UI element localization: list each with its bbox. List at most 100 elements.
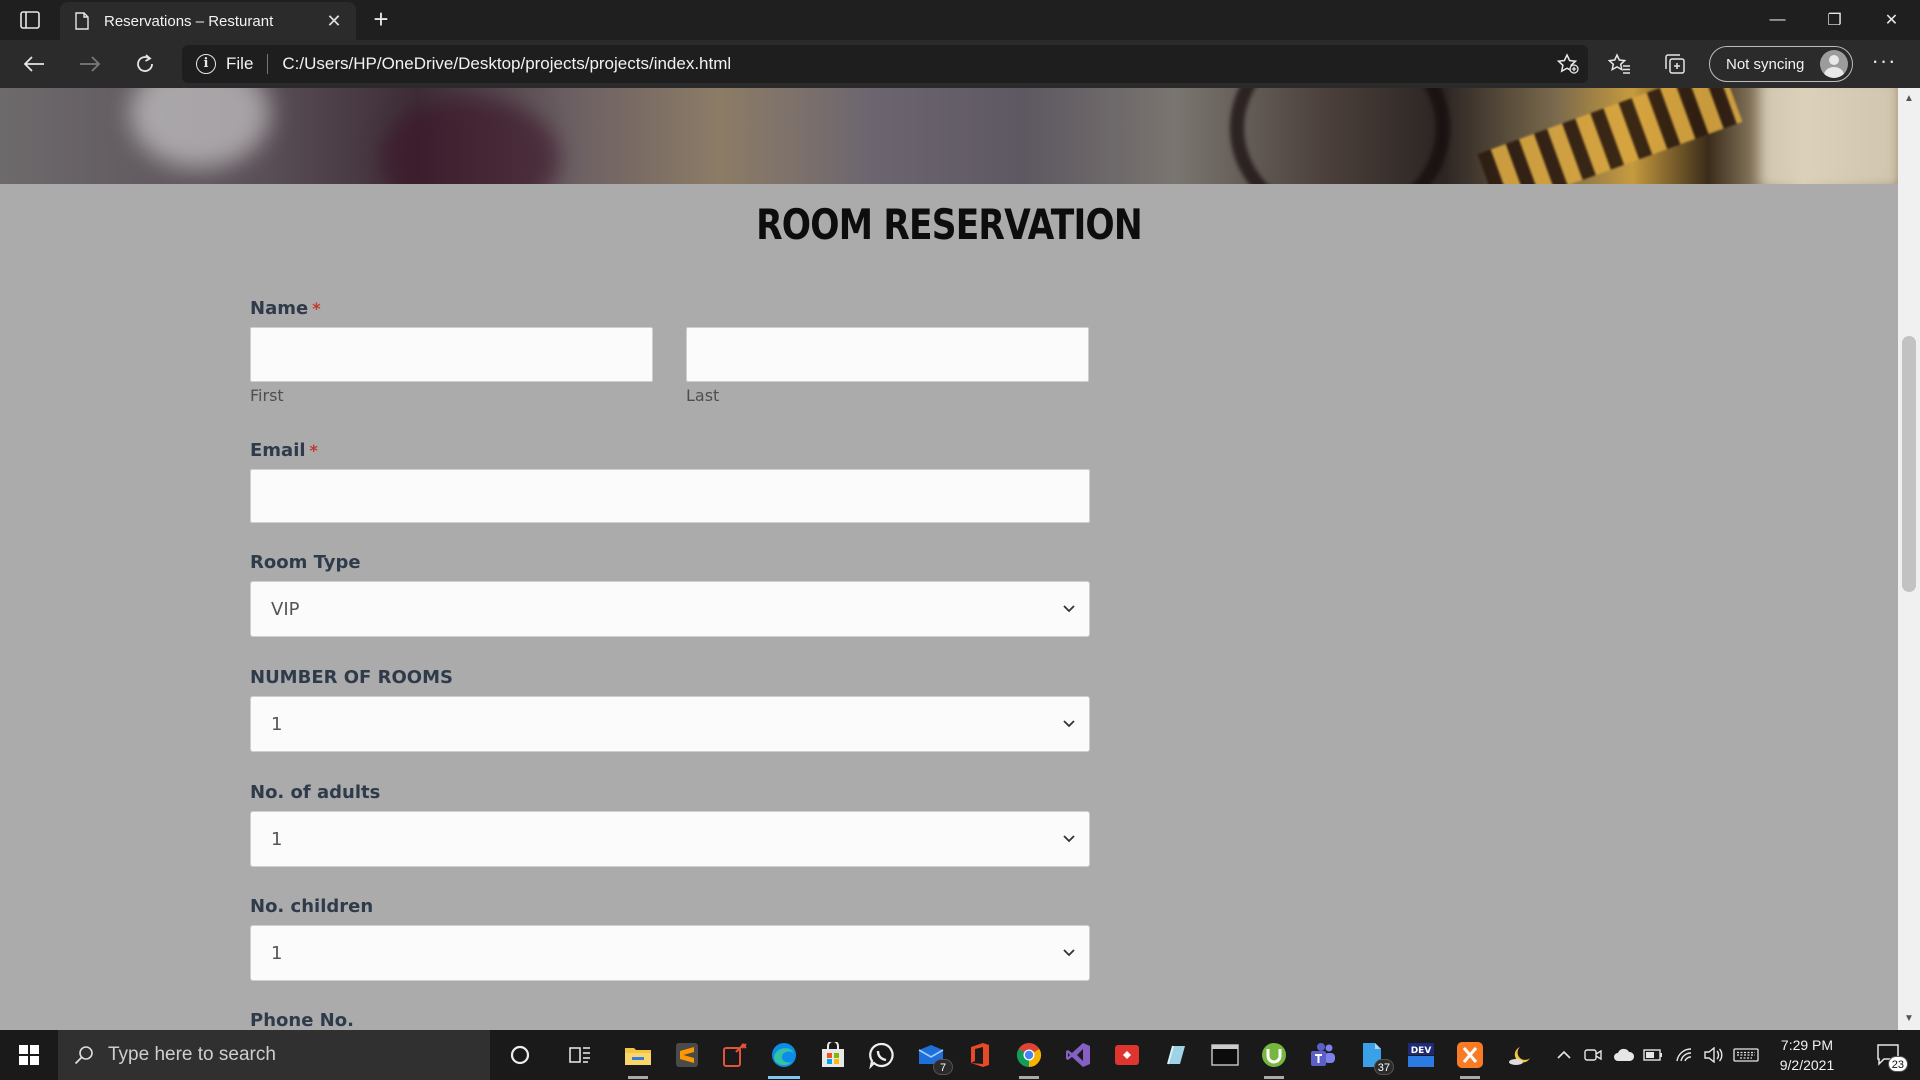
notes-app-icon[interactable] bbox=[1156, 1035, 1196, 1075]
browser-toolbar: i File C:/Users/HP/OneDrive/Desktop/proj… bbox=[0, 40, 1920, 88]
last-name-sublabel: Last bbox=[686, 386, 720, 405]
email-label-text: Email bbox=[250, 440, 306, 461]
number-of-rooms-select[interactable]: 1 bbox=[250, 696, 1090, 752]
favorites-icon[interactable] bbox=[1602, 48, 1638, 80]
phone-label: Phone No. bbox=[250, 1010, 354, 1030]
first-name-input[interactable] bbox=[250, 327, 653, 382]
browser-tab-active[interactable]: Reservations – Resturant ✕ bbox=[60, 2, 356, 40]
chevron-down-icon bbox=[1049, 811, 1089, 867]
avatar bbox=[1820, 50, 1848, 78]
meet-now-icon[interactable] bbox=[1580, 1030, 1606, 1080]
chevron-down-icon bbox=[1049, 581, 1089, 637]
scrollbar-thumb[interactable] bbox=[1902, 336, 1916, 592]
close-window-button[interactable]: ✕ bbox=[1863, 0, 1920, 40]
site-info-icon[interactable]: i bbox=[196, 54, 216, 74]
office-icon[interactable] bbox=[960, 1035, 1000, 1075]
battery-icon[interactable] bbox=[1640, 1030, 1666, 1080]
search-placeholder: Type here to search bbox=[108, 1044, 276, 1065]
utorrent-icon[interactable] bbox=[1254, 1035, 1294, 1079]
address-divider bbox=[267, 54, 269, 74]
profile-sync-button[interactable]: Not syncing bbox=[1709, 46, 1853, 82]
xampp-icon[interactable] bbox=[1450, 1035, 1490, 1079]
windows-taskbar: Type here to search 7 37 DEV 7:29 PM 9/2… bbox=[0, 1030, 1920, 1080]
wifi-icon[interactable] bbox=[1672, 1030, 1698, 1080]
chrome-icon[interactable] bbox=[1009, 1035, 1049, 1079]
room-type-value: VIP bbox=[271, 598, 300, 620]
children-label: No. children bbox=[250, 896, 374, 917]
number-of-rooms-label: NUMBER OF ROOMS bbox=[250, 667, 453, 688]
visual-studio-icon[interactable] bbox=[1058, 1035, 1098, 1075]
children-select[interactable]: 1 bbox=[250, 925, 1090, 981]
address-bar[interactable]: i File C:/Users/HP/OneDrive/Desktop/proj… bbox=[182, 45, 1588, 83]
clock-date: 9/2/2021 bbox=[1779, 1057, 1835, 1073]
room-type-label: Room Type bbox=[250, 552, 361, 573]
taskbar-search-box[interactable]: Type here to search bbox=[58, 1030, 490, 1080]
microsoft-store-icon[interactable] bbox=[813, 1035, 853, 1075]
new-tab-button[interactable]: + bbox=[366, 6, 396, 34]
restore-button[interactable]: ❐ bbox=[1806, 0, 1863, 40]
windows-start-icon[interactable] bbox=[0, 1030, 58, 1080]
file-explorer-icon[interactable] bbox=[618, 1035, 658, 1079]
scroll-down-arrow-icon[interactable]: ▼ bbox=[1898, 1010, 1920, 1028]
children-value: 1 bbox=[271, 942, 283, 964]
address-scheme-label: File bbox=[226, 54, 254, 73]
browser-title-bar: Reservations – Resturant ✕ + — ❐ ✕ bbox=[0, 0, 1920, 40]
tab-close-icon[interactable]: ✕ bbox=[320, 7, 348, 35]
required-mark: * bbox=[312, 299, 321, 318]
svg-text:DEV: DEV bbox=[1411, 1046, 1432, 1056]
email-field[interactable] bbox=[250, 469, 1090, 523]
page-viewport: ROOM RESERVATION Name * First Last Email *… bbox=[0, 88, 1898, 1030]
keyboard-icon[interactable] bbox=[1731, 1030, 1761, 1080]
volume-icon[interactable] bbox=[1700, 1030, 1726, 1080]
snip-tool-icon[interactable] bbox=[715, 1035, 755, 1075]
refresh-icon[interactable] bbox=[127, 48, 163, 80]
dev-home-icon[interactable]: DEV bbox=[1401, 1035, 1441, 1075]
chevron-down-icon bbox=[1049, 925, 1089, 981]
adults-value: 1 bbox=[271, 828, 283, 850]
minimize-button[interactable]: — bbox=[1749, 0, 1806, 40]
anydesk-icon[interactable] bbox=[1107, 1035, 1147, 1075]
file-document-icon[interactable]: 37 bbox=[1352, 1035, 1394, 1075]
scroll-up-arrow-icon[interactable]: ▲ bbox=[1898, 90, 1920, 108]
adults-select[interactable]: 1 bbox=[250, 811, 1090, 867]
tab-title: Reservations – Resturant bbox=[104, 12, 274, 30]
edge-browser-icon[interactable] bbox=[764, 1035, 804, 1079]
required-mark: * bbox=[309, 441, 318, 460]
last-name-input[interactable] bbox=[686, 327, 1089, 382]
cortana-icon[interactable] bbox=[500, 1035, 540, 1075]
address-url[interactable]: C:/Users/HP/OneDrive/Desktop/projects/pr… bbox=[282, 54, 1548, 74]
email-label: Email * bbox=[250, 440, 318, 461]
task-view-icon[interactable] bbox=[560, 1035, 600, 1075]
page-scrollbar[interactable]: ▲ ▼ bbox=[1898, 88, 1920, 1030]
name-label-text: Name bbox=[250, 298, 309, 319]
terminal-icon[interactable] bbox=[1205, 1035, 1245, 1075]
room-type-select[interactable]: VIP bbox=[250, 581, 1090, 637]
back-arrow-icon[interactable] bbox=[16, 48, 52, 80]
forward-arrow-icon[interactable] bbox=[72, 48, 108, 80]
mail-icon[interactable]: 7 bbox=[911, 1035, 953, 1075]
notification-center-icon[interactable]: 23 bbox=[1864, 1030, 1914, 1080]
mail-badge: 7 bbox=[933, 1059, 953, 1075]
weather-night-icon[interactable] bbox=[1503, 1030, 1537, 1080]
name-label: Name * bbox=[250, 298, 321, 319]
whatsapp-icon[interactable] bbox=[862, 1035, 902, 1075]
add-favorite-icon[interactable] bbox=[1548, 53, 1588, 75]
settings-more-button[interactable]: ··· bbox=[1866, 48, 1902, 80]
collections-icon[interactable] bbox=[1657, 48, 1693, 80]
show-hidden-icons-chevron-up-icon[interactable] bbox=[1551, 1030, 1577, 1080]
search-icon bbox=[74, 1045, 94, 1065]
header-banner-image bbox=[0, 88, 1898, 184]
chevron-down-icon bbox=[1049, 696, 1089, 752]
sublime-text-icon[interactable] bbox=[667, 1035, 707, 1075]
notification-count-badge: 23 bbox=[1887, 1056, 1908, 1072]
file-badge: 37 bbox=[1373, 1059, 1394, 1075]
page-title: ROOM RESERVATION bbox=[756, 200, 1143, 249]
profile-sync-label: Not syncing bbox=[1726, 55, 1805, 73]
teams-icon[interactable] bbox=[1303, 1035, 1343, 1075]
clock-time: 7:29 PM bbox=[1780, 1037, 1834, 1053]
taskbar-clock[interactable]: 7:29 PM 9/2/2021 bbox=[1762, 1035, 1852, 1075]
page-document-icon bbox=[74, 11, 90, 31]
tab-actions-menu-icon[interactable] bbox=[12, 8, 48, 32]
number-of-rooms-value: 1 bbox=[271, 713, 283, 735]
onedrive-cloud-icon[interactable] bbox=[1610, 1030, 1638, 1080]
